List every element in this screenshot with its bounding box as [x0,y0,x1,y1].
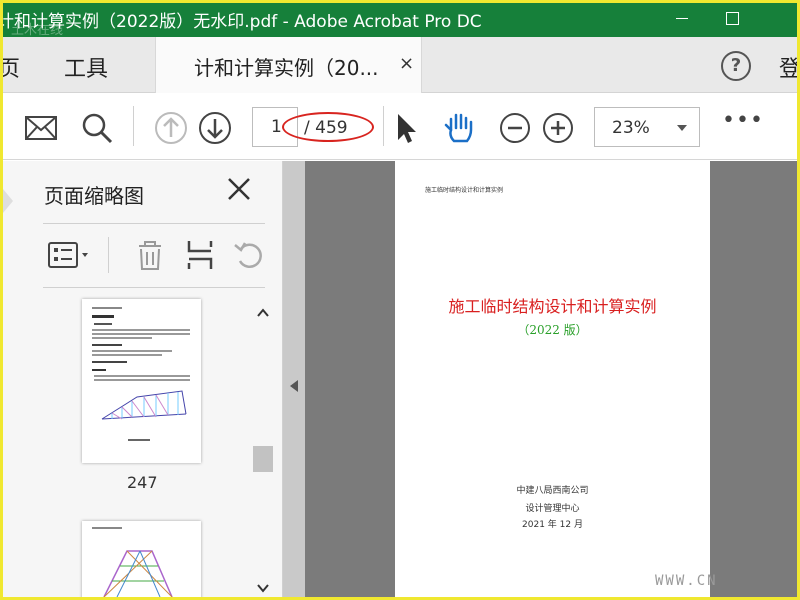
panel-pointer [3,189,13,213]
panel-title: 页面缩略图 [44,184,144,208]
tab-document[interactable]: 计和计算实例（20... × [155,37,422,93]
more-icon[interactable]: ••• [722,108,764,133]
zoom-select[interactable]: 23% [594,107,700,147]
extract-icon[interactable] [183,237,217,273]
zoom-value: 23% [612,118,650,138]
tab-home[interactable]: 页 [3,51,20,83]
window-title: 计和计算实例（2022版）无水印.pdf - Adobe Acrobat Pro… [3,12,482,32]
scrollbar-thumb[interactable] [253,446,273,472]
red-annotation-ellipse [282,112,374,142]
sign-in-button[interactable]: 登 [779,51,797,83]
zoom-out-icon[interactable] [497,110,533,146]
mail-icon[interactable] [23,110,59,146]
thumbnail-scrollbar[interactable] [251,301,275,597]
page-up-icon[interactable] [153,110,189,146]
document-subtitle: （2022 版） [517,323,588,337]
thumbnail-preview [92,527,173,597]
chevron-up-icon[interactable] [257,307,269,319]
pdf-page: 施工临时结构设计和计算实例 施工临时结构设计和计算实例 （2022 版） 中建八… [395,161,710,597]
document-date: 2021 年 12 月 [522,520,583,530]
tab-bar: 页 工具 计和计算实例（20... × ? 登 [3,37,797,93]
panel-divider [43,223,265,224]
rotate-icon[interactable] [231,237,265,273]
tab-tools[interactable]: 工具 [64,51,108,83]
title-bar: 土木在线 计和计算实例（2022版）无水印.pdf - Adobe Acroba… [3,3,797,38]
page-down-icon[interactable] [197,110,233,146]
main-toolbar: 1 / 459 23% ••• [3,94,797,160]
document-department: 设计管理中心 [525,504,580,514]
hand-tool-icon[interactable] [441,110,477,146]
toolbar-divider [133,106,134,146]
maximize-icon[interactable] [709,3,755,37]
zoom-in-icon[interactable] [540,110,576,146]
document-organization: 中建八局西南公司 [516,486,589,496]
tab-document-label: 计和计算实例（20... [194,56,379,80]
search-icon[interactable] [79,110,115,146]
minimize-icon[interactable] [659,3,705,37]
thumbnail-options-icon[interactable] [47,237,95,273]
close-icon[interactable] [225,175,253,203]
page-thumbnail[interactable] [82,299,201,463]
collapse-panel-icon[interactable] [289,379,299,393]
thumbnail-page-label: 247 [127,473,158,492]
close-icon[interactable]: × [399,53,414,74]
document-title: 施工临时结构设计和计算实例 [448,297,657,316]
chevron-down-icon[interactable] [257,582,269,594]
page-header: 施工临时结构设计和计算实例 [425,187,504,194]
delete-icon[interactable] [133,237,167,273]
page-thumbnail[interactable] [82,521,201,597]
chevron-down-icon [677,125,687,131]
thumbnail-preview [92,307,190,441]
help-icon[interactable]: ? [721,51,751,81]
document-view[interactable]: 施工临时结构设计和计算实例 施工临时结构设计和计算实例 （2022 版） 中建八… [283,161,797,597]
toolbar-divider [383,106,384,146]
thumbnail-panel: 页面缩略图 247 [3,161,283,597]
panel-divider [43,287,265,288]
acrobat-window: 土木在线 计和计算实例（2022版）无水印.pdf - Adobe Acroba… [3,3,797,597]
select-cursor-icon[interactable] [389,110,425,146]
site-watermark: WWW.CN [655,573,718,589]
panel-tool-divider [108,237,109,273]
